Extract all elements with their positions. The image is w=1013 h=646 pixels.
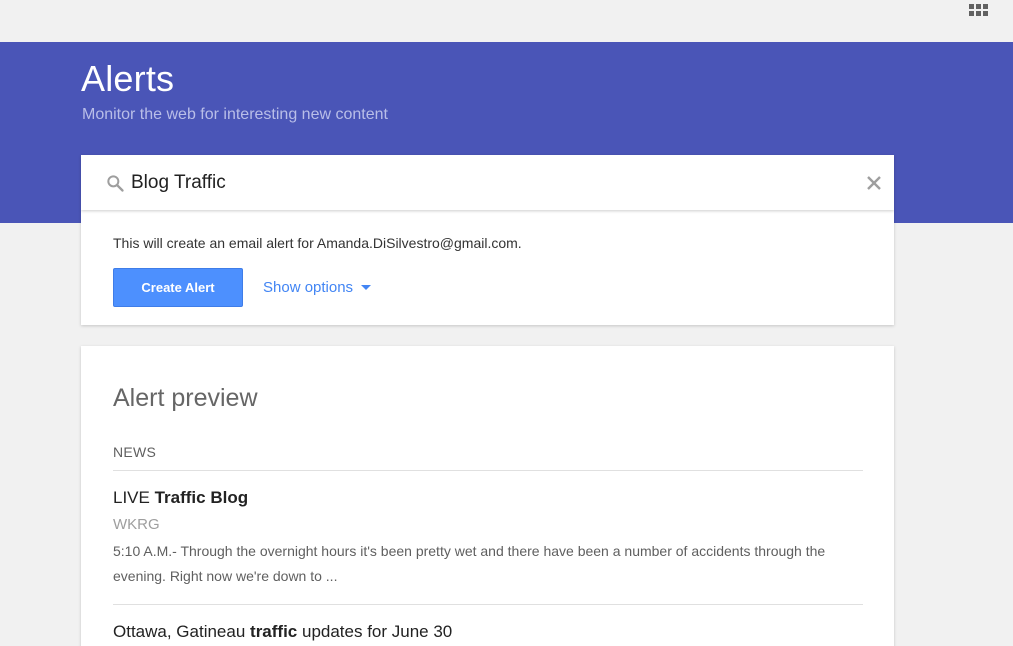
news-title-link[interactable]: Ottawa, Gatineau traffic updates for Jun…: [113, 622, 863, 642]
top-bar: [0, 0, 1013, 42]
search-box: [81, 155, 894, 210]
create-alert-button[interactable]: Create Alert: [113, 268, 243, 307]
caret-down-icon: [361, 284, 372, 290]
create-alert-card: This will create an email alert for Aman…: [81, 210, 894, 325]
news-title-text: updates for June 30: [297, 622, 453, 641]
search-input[interactable]: [131, 169, 831, 197]
close-icon[interactable]: [866, 175, 882, 191]
preview-title: Alert preview: [113, 384, 258, 412]
news-title-highlight: traffic: [250, 622, 298, 641]
divider: [113, 604, 863, 605]
news-title-text: Ottawa, Gatineau: [113, 622, 251, 641]
news-title-text: LIVE: [113, 488, 155, 507]
divider: [113, 470, 863, 471]
show-options-link[interactable]: Show options: [263, 279, 372, 296]
news-title-link[interactable]: LIVE Traffic Blog: [113, 488, 863, 508]
show-options-label: Show options: [263, 279, 354, 296]
news-snippet: 5:10 A.M.- Through the overnight hours i…: [113, 543, 826, 584]
alert-preview-card: Alert preview NEWS LIVE Traffic Blog WKR…: [81, 346, 894, 646]
apps-grid-icon[interactable]: [969, 4, 989, 18]
news-title-highlight: Traffic Blog: [154, 488, 249, 507]
email-alert-info: This will create an email alert for Aman…: [113, 235, 522, 251]
page-title: Alerts: [81, 58, 175, 99]
news-item: Ottawa, Gatineau traffic updates for Jun…: [113, 622, 863, 642]
page-subtitle: Monitor the web for interesting new cont…: [82, 106, 388, 123]
news-source: WKRG: [113, 516, 160, 533]
search-icon: [107, 175, 124, 192]
section-label-news: NEWS: [113, 444, 157, 460]
news-item: LIVE Traffic Blog WKRG 5:10 A.M.- Throug…: [113, 488, 863, 589]
